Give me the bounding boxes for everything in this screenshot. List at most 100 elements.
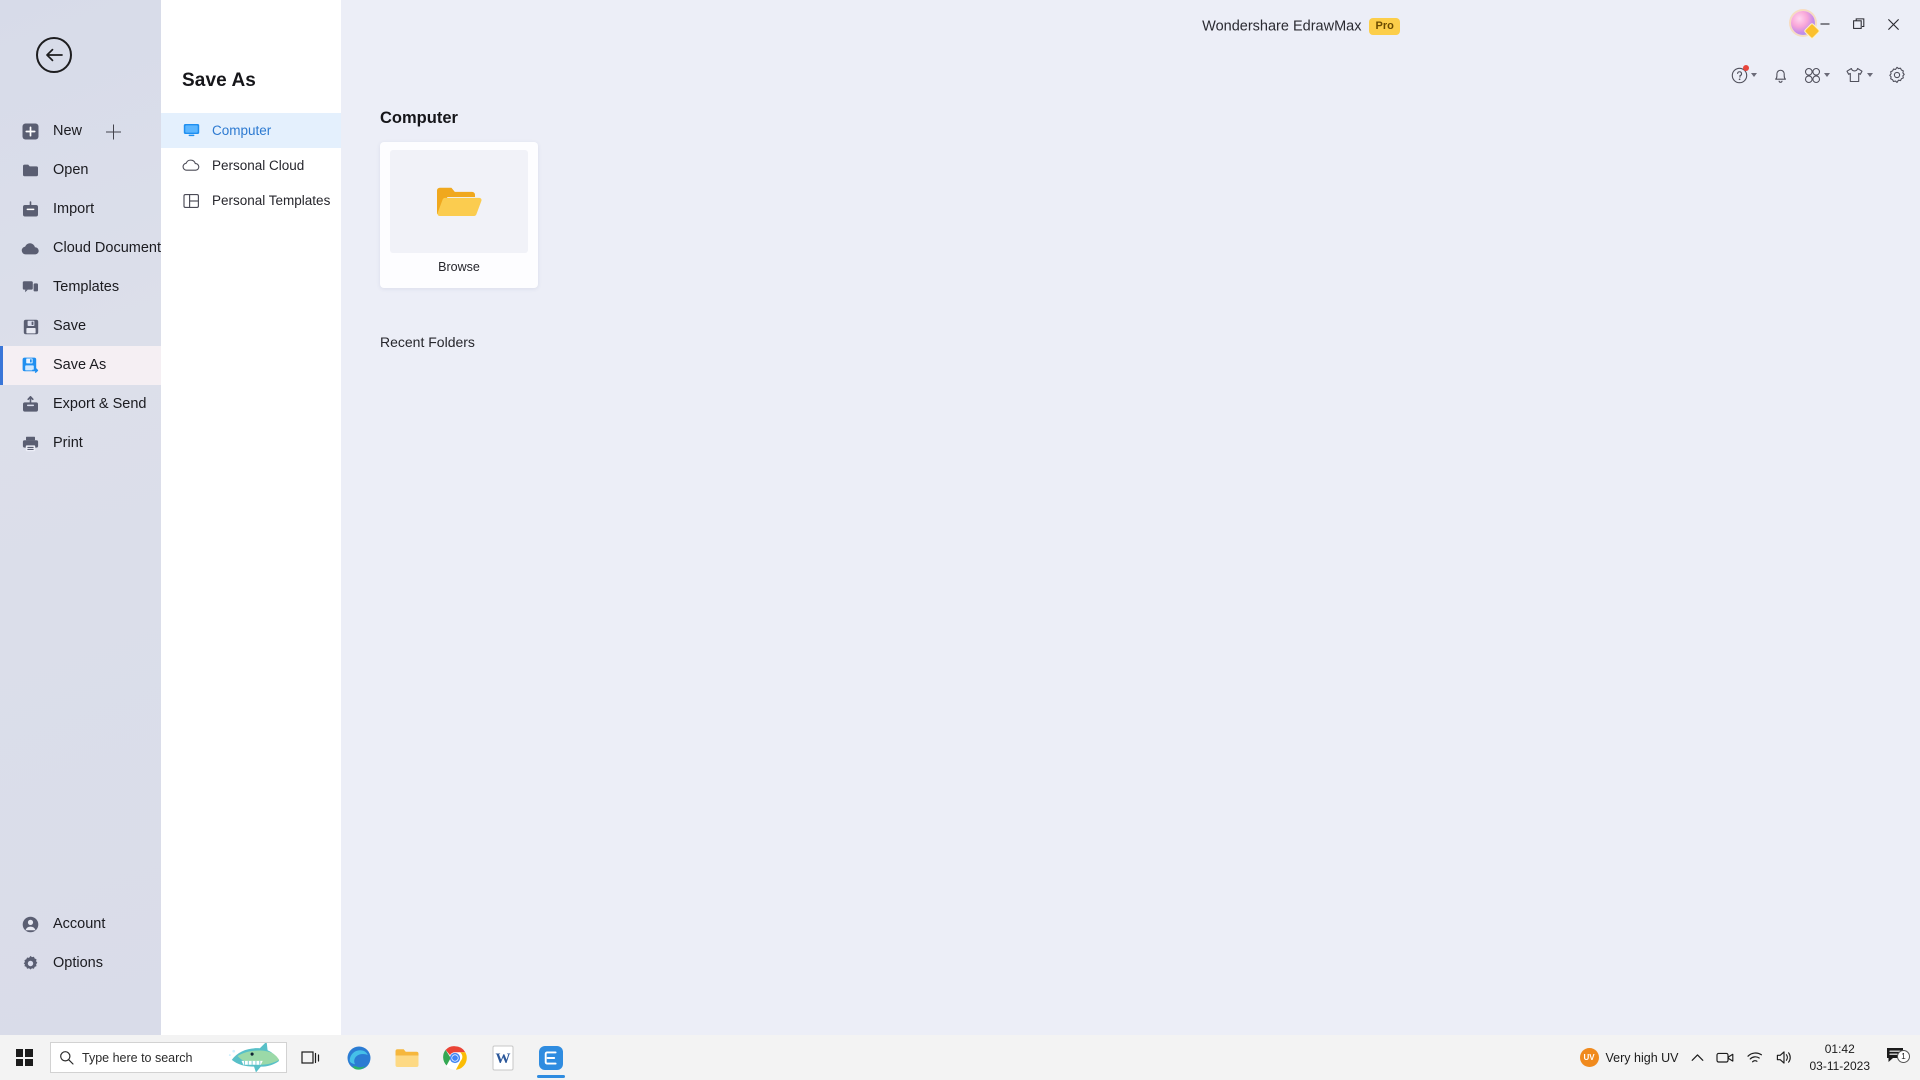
browse-label: Browse — [438, 260, 480, 274]
edrawmax-icon — [539, 1045, 563, 1070]
close-button[interactable] — [1876, 10, 1910, 38]
show-hidden-icons-button[interactable] — [1685, 1035, 1710, 1080]
chevron-down-icon — [1751, 73, 1757, 77]
bell-icon — [1775, 69, 1786, 83]
sidebar-item-export-send[interactable]: Export & Send — [0, 385, 161, 424]
sidebar-item-label: Account — [53, 916, 106, 933]
clock[interactable]: 01:42 03-11-2023 — [1800, 1041, 1881, 1073]
sidebar-item-label: Open — [53, 162, 89, 179]
uv-indicator[interactable]: UV Very high UV — [1574, 1035, 1685, 1080]
clock-time: 01:42 — [1824, 1042, 1855, 1057]
windows-logo-icon — [15, 1049, 33, 1066]
chevron-up-icon — [1691, 1054, 1703, 1061]
window-controls — [1808, 10, 1910, 38]
minimize-icon — [1820, 23, 1830, 25]
sidebar-item-label: New — [53, 123, 83, 140]
printer-icon — [21, 434, 40, 453]
sidebar-item-save[interactable]: Save — [0, 307, 161, 346]
browse-card[interactable]: Browse — [380, 142, 538, 288]
volume-button[interactable] — [1770, 1035, 1800, 1080]
notifications-button[interactable] — [1772, 66, 1789, 84]
panel-title: Save As — [182, 70, 256, 91]
gear-icon — [21, 954, 40, 973]
main-content: Wondershare EdrawMax Pro Computer Browse… — [341, 0, 1920, 1035]
back-button[interactable] — [36, 37, 72, 73]
theme-button[interactable] — [1845, 67, 1873, 84]
chevron-down-icon — [1867, 73, 1873, 77]
search-input[interactable]: Type here to search — [50, 1042, 287, 1073]
sidebar-item-account[interactable]: Account — [0, 905, 161, 944]
settings-button[interactable] — [1888, 66, 1906, 84]
sidebar-item-templates[interactable]: Templates — [0, 268, 161, 307]
save-destination-list: Computer Personal Cloud Personal Templat… — [161, 113, 341, 218]
restore-icon — [1853, 18, 1865, 29]
sidebar-item-label: Save — [53, 318, 87, 335]
sidebar-item-options[interactable]: Options — [0, 944, 161, 983]
backstage-nav-bottom: Account Options — [0, 905, 161, 983]
word-icon: W — [492, 1045, 514, 1070]
notification-count: 1 — [1897, 1050, 1910, 1063]
close-icon — [1887, 18, 1899, 30]
sidebar-item-label: Templates — [53, 279, 120, 296]
sidebar-item-label: Cloud Documents — [53, 240, 169, 257]
edrawmax-button[interactable] — [527, 1035, 575, 1080]
search-placeholder: Type here to search — [82, 1050, 193, 1065]
file-explorer-button[interactable] — [383, 1035, 431, 1080]
sidebar-item-print[interactable]: Print — [0, 424, 161, 463]
sidebar-item-import[interactable]: Import — [0, 190, 161, 229]
backstage-nav-list: New Open Import Cloud Documents Template… — [0, 112, 168, 463]
file-explorer-icon — [395, 1048, 419, 1067]
chrome-button[interactable] — [431, 1035, 479, 1080]
sidebar-item-save-as[interactable]: Save As — [0, 346, 161, 385]
shark-illustration — [228, 1043, 280, 1072]
sidebar-item-label: Export & Send — [53, 396, 147, 413]
page-title: Computer — [380, 109, 458, 127]
task-view-button[interactable] — [287, 1035, 335, 1080]
new-plus-button[interactable] — [106, 124, 121, 139]
save-icon — [21, 317, 40, 336]
theme-shirt-icon — [1846, 67, 1863, 82]
help-notification-dot — [1743, 64, 1749, 71]
network-button[interactable] — [1740, 1035, 1770, 1080]
edge-button[interactable] — [335, 1035, 383, 1080]
sidebar-item-cloud-documents[interactable]: Cloud Documents — [0, 229, 168, 268]
task-view-icon — [301, 1050, 320, 1064]
start-button[interactable] — [0, 1035, 48, 1080]
person-icon — [21, 915, 40, 934]
wifi-icon — [1746, 1051, 1762, 1062]
import-icon — [21, 200, 40, 219]
sidebar-item-new[interactable]: New — [0, 112, 161, 151]
panels-icon — [182, 192, 200, 210]
meet-now-button[interactable] — [1710, 1035, 1740, 1080]
cloud-icon — [182, 157, 200, 175]
sidebar-item-label: Options — [53, 955, 103, 972]
secondary-toolbar — [1731, 64, 1906, 84]
word-button[interactable]: W — [479, 1035, 527, 1080]
cloud-icon — [21, 239, 40, 258]
minimize-button[interactable] — [1808, 10, 1842, 38]
app-window: New Open Import Cloud Documents Template… — [0, 0, 1920, 1080]
sidebar-item-open[interactable]: Open — [0, 151, 161, 190]
arrow-left-icon — [46, 48, 63, 62]
apps-button[interactable] — [1804, 67, 1830, 84]
notification-center-button[interactable]: 1 — [1880, 1046, 1914, 1069]
clock-date: 03-11-2023 — [1809, 1058, 1871, 1073]
maximize-button[interactable] — [1842, 10, 1876, 38]
destination-personal-cloud[interactable]: Personal Cloud — [161, 148, 341, 183]
gear-icon — [1889, 66, 1905, 83]
destination-computer[interactable]: Computer — [161, 113, 341, 148]
save-as-icon — [21, 356, 40, 375]
help-button[interactable] — [1731, 64, 1757, 84]
svg-text:W: W — [496, 1051, 511, 1067]
save-as-panel: Save As Computer Personal Cloud Personal… — [161, 0, 341, 1035]
sidebar-item-label: Print — [53, 435, 83, 452]
destination-label: Computer — [212, 123, 272, 138]
templates-icon — [21, 278, 40, 297]
destination-personal-templates[interactable]: Personal Templates — [161, 183, 341, 218]
folder-icon — [21, 161, 40, 180]
monitor-icon — [182, 122, 200, 140]
search-icon — [60, 1051, 74, 1065]
backstage-sidebar: New Open Import Cloud Documents Template… — [0, 0, 168, 1035]
uv-text: Very high UV — [1605, 1050, 1679, 1065]
uv-badge: UV — [1579, 1048, 1599, 1067]
